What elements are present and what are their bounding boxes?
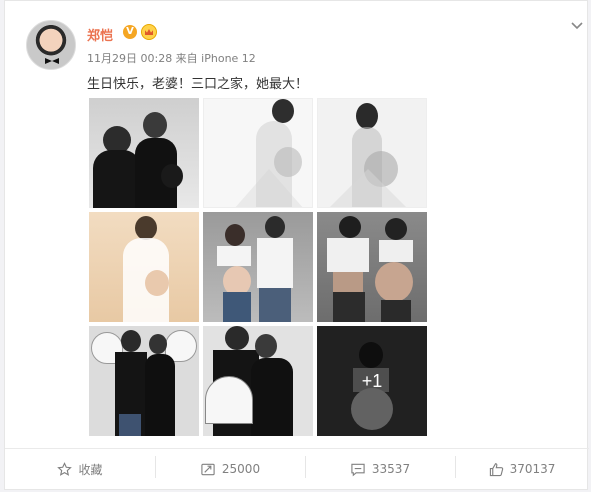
thumbs-up-icon [489, 462, 503, 476]
photo-5[interactable] [203, 212, 313, 322]
vip-crown-icon [141, 24, 157, 40]
verified-badge-icon: V [123, 25, 137, 39]
post-meta: 11月29日 00:28 来自 iPhone 12 [87, 52, 256, 65]
comment-count: 33537 [371, 462, 411, 476]
photo-3[interactable] [317, 98, 427, 208]
post-text: 生日快乐，老婆！三口之家，她最大！ [87, 77, 309, 92]
photo-6[interactable] [317, 212, 427, 322]
repost-button[interactable]: 25000 [155, 449, 305, 489]
favorite-button[interactable]: 收藏 [5, 449, 155, 489]
chevron-down-icon[interactable] [570, 19, 584, 33]
weibo-post-card: 郑恺 V 11月29日 00:28 来自 iPhone 12 生日快乐，老婆！三… [4, 0, 589, 490]
author-name[interactable]: 郑恺 [87, 25, 113, 44]
photo-2[interactable] [203, 98, 313, 208]
more-photos-overlay[interactable]: +1 [317, 326, 427, 436]
repost-icon [201, 463, 215, 475]
photo-8[interactable] [203, 326, 313, 436]
comment-button[interactable]: 33537 [305, 449, 455, 489]
avatar[interactable] [26, 20, 76, 70]
like-button[interactable]: 370137 [455, 449, 589, 489]
photo-4[interactable] [89, 212, 199, 322]
comment-icon [351, 463, 365, 476]
photo-7[interactable] [89, 326, 199, 436]
favorite-label: 收藏 [78, 462, 103, 477]
star-icon [57, 461, 73, 476]
like-count: 370137 [509, 462, 556, 476]
photo-1[interactable] [89, 98, 199, 208]
bowtie-icon [45, 58, 59, 64]
photo-9[interactable]: +1 [317, 326, 427, 436]
repost-count: 25000 [221, 462, 261, 476]
